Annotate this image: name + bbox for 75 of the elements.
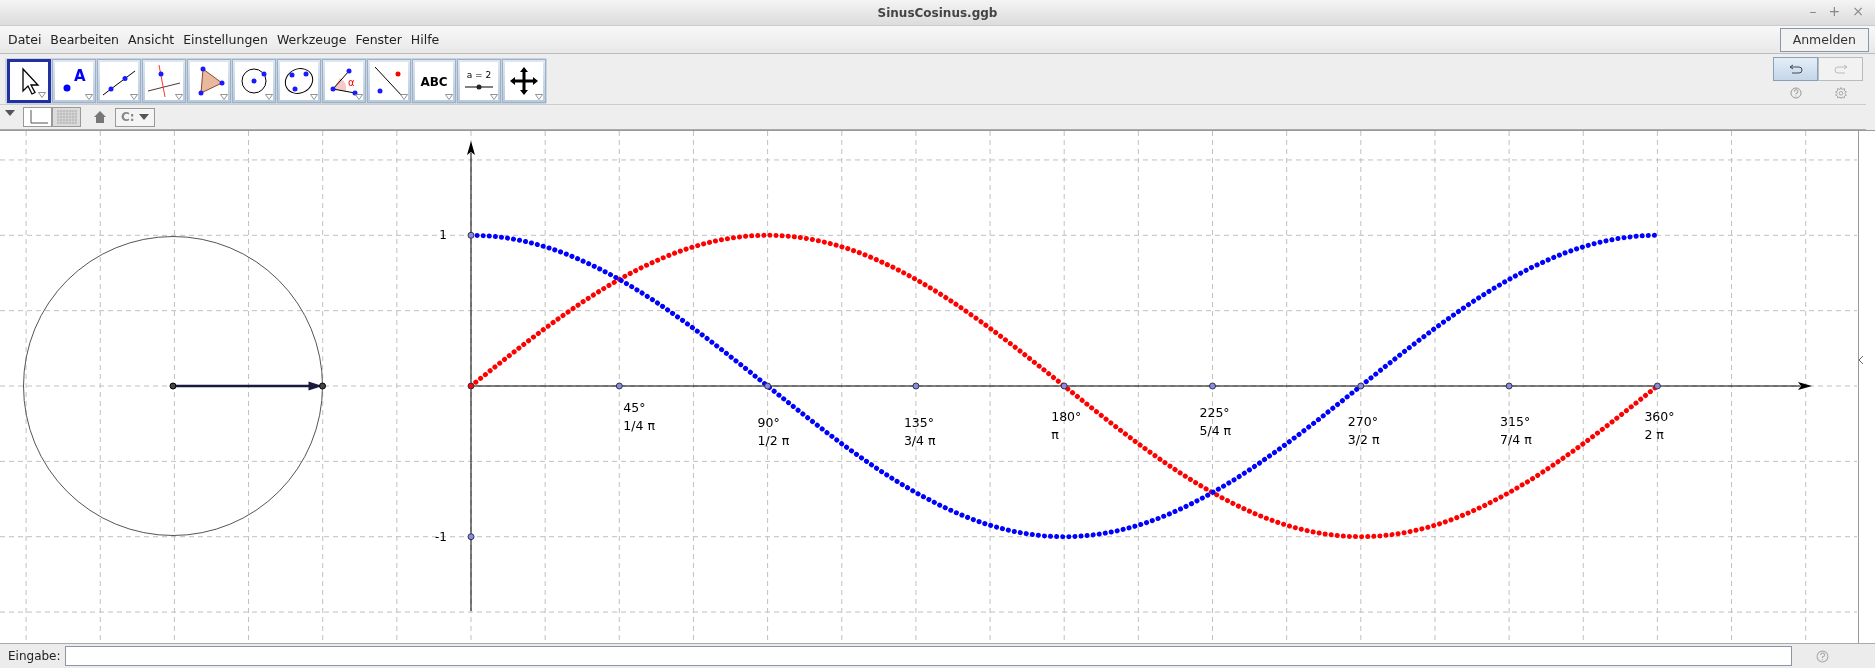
- input-label: Eingabe:: [8, 649, 61, 663]
- angle-label: 180°: [1051, 409, 1082, 424]
- point: [169, 382, 177, 390]
- angle-label: 3/2 π: [1347, 432, 1380, 447]
- dropdown-caret-icon: [37, 92, 46, 98]
- point: [319, 382, 326, 390]
- angle-label: 5/4 π: [1199, 423, 1232, 438]
- menu-item[interactable]: Werkzeuge: [276, 32, 356, 47]
- angle-label: 270°: [1347, 414, 1378, 429]
- angle-label: 90°: [757, 415, 780, 430]
- tool-button[interactable]: [6, 59, 51, 103]
- tool-button[interactable]: [501, 59, 546, 103]
- axis-label: 1: [439, 228, 447, 243]
- point: [467, 231, 475, 239]
- angle-label: 1/2 π: [757, 433, 790, 448]
- dropdown-caret-icon: [399, 94, 408, 100]
- menu-item[interactable]: Datei: [8, 32, 51, 47]
- point: [615, 382, 623, 390]
- window-title: SinusCosinus.ggb: [877, 5, 998, 20]
- angle-label: 135°: [903, 415, 934, 430]
- angle-label: 45°: [623, 400, 646, 415]
- menu-item[interactable]: Bearbeiten: [50, 32, 129, 47]
- dropdown-caret-icon: [354, 94, 363, 100]
- angle-label: π: [1051, 427, 1059, 442]
- redo-icon: [1833, 64, 1848, 74]
- point: [467, 382, 475, 390]
- dropdown-caret-icon: [489, 94, 498, 100]
- grid-icon: [55, 109, 78, 125]
- collapse-triangle-icon[interactable]: [5, 110, 15, 116]
- text-icon: ABC: [418, 73, 449, 89]
- dropdown-caret-icon: [444, 94, 453, 100]
- dropdown-caret-icon: [84, 94, 93, 100]
- dropdown-caret-icon: [129, 94, 138, 100]
- menu-item[interactable]: Hilfe: [410, 32, 449, 47]
- axis-label: -1: [435, 529, 447, 544]
- dropdown-caret-icon: [174, 94, 183, 100]
- point: [1653, 382, 1661, 390]
- angle-label: 2 π: [1644, 427, 1664, 442]
- point: [764, 382, 772, 390]
- tool-button[interactable]: [231, 59, 276, 103]
- undo-icon: [1788, 64, 1803, 74]
- tool-button[interactable]: [186, 59, 231, 103]
- axes-toggle-button[interactable]: [23, 107, 52, 127]
- menu-item[interactable]: Fenster: [355, 32, 411, 47]
- help-icon[interactable]: [1789, 87, 1802, 99]
- angle-label: 1/4 π: [623, 418, 655, 433]
- settings-icon[interactable]: [1834, 87, 1847, 99]
- angle-label: 360°: [1644, 409, 1675, 424]
- perpendicular-line-icon: [145, 63, 182, 99]
- angle-label: 3/4 π: [903, 433, 936, 448]
- caret-icon: [138, 114, 149, 120]
- home-icon[interactable]: [93, 110, 107, 124]
- point: [1505, 382, 1513, 390]
- angle-label: 225°: [1199, 405, 1230, 420]
- point: [467, 533, 475, 541]
- menu-item[interactable]: Ansicht: [128, 32, 184, 47]
- angle-label: 315°: [1500, 414, 1531, 429]
- tool-button[interactable]: ABC: [411, 59, 456, 103]
- dropdown-caret-icon: [534, 94, 543, 100]
- undo-button[interactable]: [1773, 57, 1818, 81]
- dropdown-caret-icon: [264, 94, 273, 100]
- tool-button[interactable]: [96, 59, 141, 103]
- input-field[interactable]: [64, 646, 1792, 666]
- login-button[interactable]: Anmelden: [1779, 27, 1869, 52]
- help-icon[interactable]: [1815, 649, 1829, 663]
- menu-item[interactable]: Einstellungen: [183, 32, 277, 47]
- point: [912, 382, 920, 390]
- tool-button[interactable]: [276, 59, 321, 103]
- angle-label: 7/4 π: [1500, 432, 1532, 447]
- point: [1357, 382, 1365, 390]
- point: [1209, 382, 1216, 390]
- grid-toggle-button[interactable]: [52, 107, 81, 127]
- dropdown-caret-icon: [309, 94, 318, 100]
- point: [1060, 382, 1068, 390]
- dropdown-caret-icon: [219, 94, 228, 100]
